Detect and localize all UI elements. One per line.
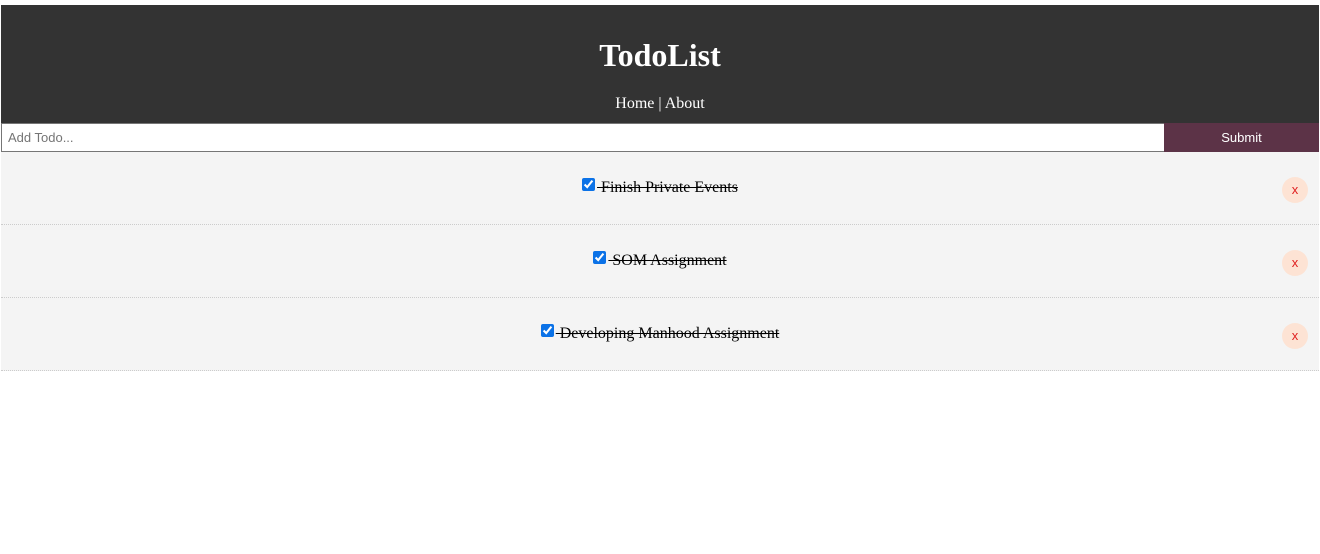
todo-text: Developing Manhood Assignment xyxy=(555,325,780,342)
nav-separator: | xyxy=(658,95,662,112)
add-todo-input[interactable] xyxy=(1,123,1164,152)
submit-button[interactable]: Submit xyxy=(1164,123,1319,152)
delete-todo-button[interactable]: x xyxy=(1282,250,1308,276)
nav-home-link[interactable]: Home xyxy=(615,95,654,112)
todo-text: Finish Private Events xyxy=(597,179,738,196)
todo-item: SOM Assignment x xyxy=(1,225,1319,298)
todo-app: TodoList Home | About Submit Finish Priv… xyxy=(1,5,1319,371)
todo-content: Finish Private Events xyxy=(1,178,1319,198)
add-todo-form: Submit xyxy=(1,123,1319,152)
todo-checkbox[interactable] xyxy=(593,251,607,264)
todo-item: Finish Private Events x xyxy=(1,152,1319,225)
delete-todo-button[interactable]: x xyxy=(1282,177,1308,203)
todo-checkbox[interactable] xyxy=(540,324,554,337)
nav-about-link[interactable]: About xyxy=(665,95,705,112)
todo-list: Finish Private Events x SOM Assignment x… xyxy=(1,152,1319,371)
app-header: TodoList Home | About xyxy=(1,5,1319,123)
nav-links: Home | About xyxy=(1,94,1319,114)
page-title: TodoList xyxy=(599,37,721,73)
delete-todo-button[interactable]: x xyxy=(1282,323,1308,349)
todo-content: Developing Manhood Assignment xyxy=(1,324,1319,344)
todo-text: SOM Assignment xyxy=(608,252,727,269)
todo-item: Developing Manhood Assignment x xyxy=(1,298,1319,371)
todo-checkbox[interactable] xyxy=(582,178,596,191)
todo-content: SOM Assignment xyxy=(1,251,1319,271)
